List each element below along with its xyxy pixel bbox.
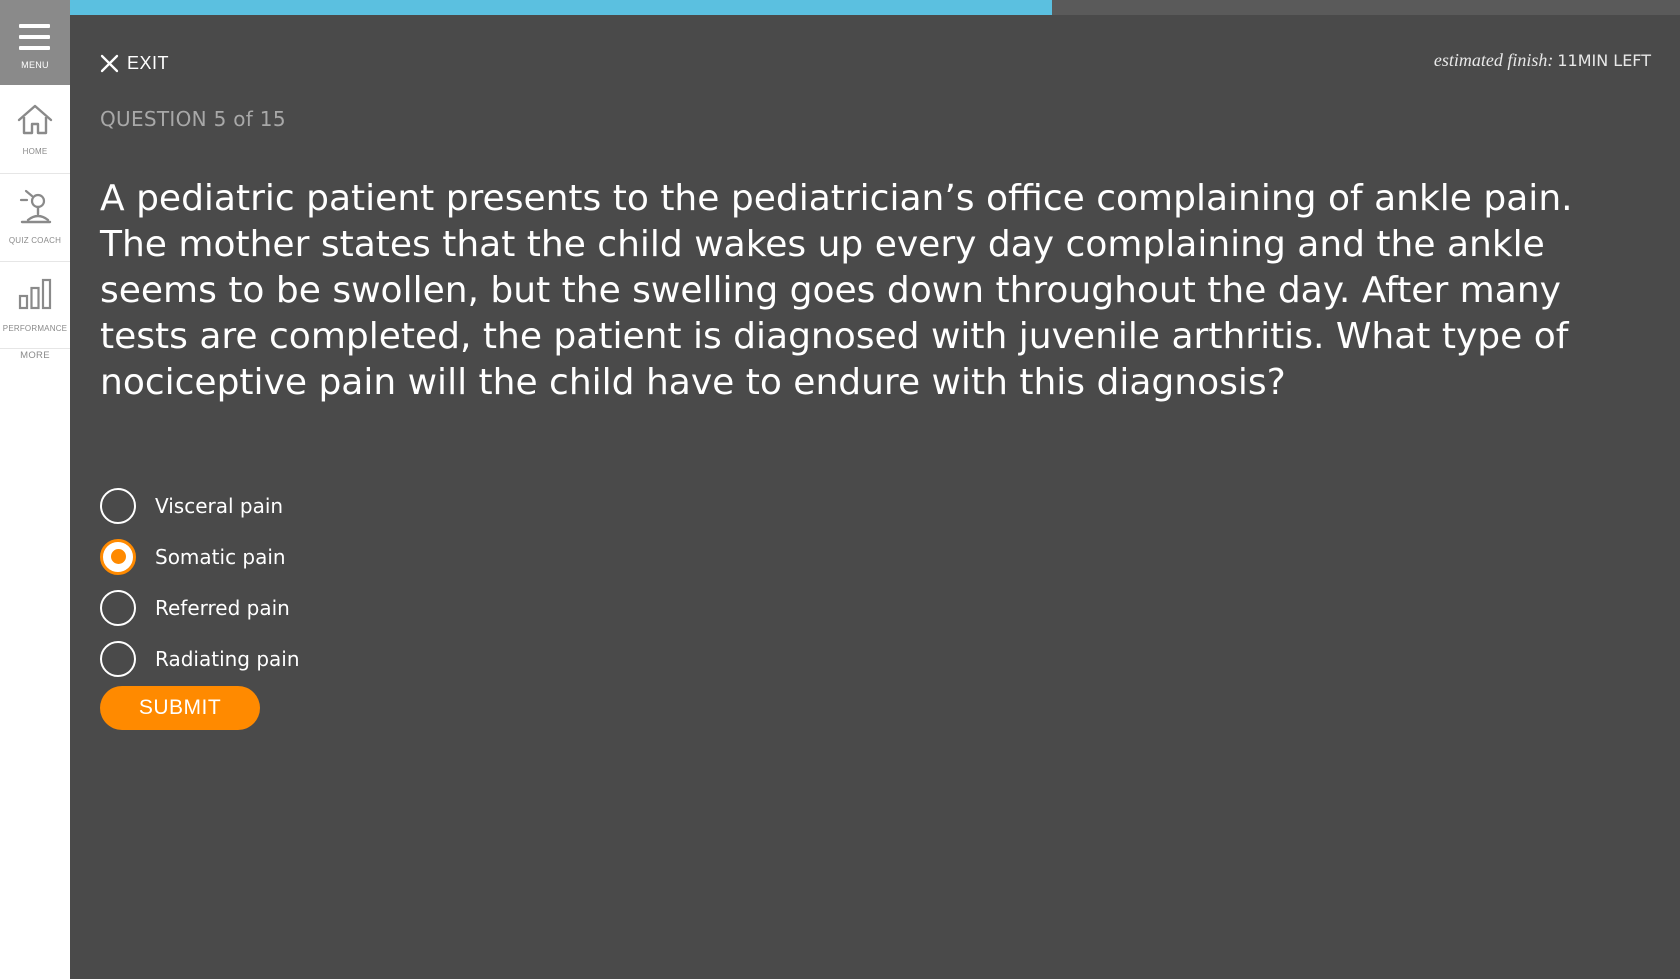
answer-option-visceral[interactable]: Visceral pain — [100, 480, 700, 531]
quiz-progress-bar — [70, 0, 1680, 15]
question-counter: QUESTION 5 of 15 — [100, 107, 286, 131]
sidebar: MENU HOME QUIZ COACH PERFORMANCE MORE — [0, 0, 70, 979]
answer-option-somatic[interactable]: Somatic pain — [100, 531, 700, 582]
estimated-finish-label: estimated finish: — [1433, 50, 1554, 70]
home-icon — [17, 104, 53, 135]
estimated-finish: estimated finish: 11MIN LEFT — [1434, 50, 1651, 71]
answer-label: Radiating pain — [155, 646, 300, 671]
menu-button[interactable]: MENU — [0, 0, 70, 85]
sidebar-item-label: HOME — [22, 147, 48, 156]
quiz-app: MENU HOME QUIZ COACH PERFORMANCE MORE EX… — [0, 0, 1680, 979]
sidebar-item-label: QUIZ COACH — [8, 236, 62, 245]
quiz-coach-icon — [19, 189, 52, 224]
submit-button[interactable]: SUBMIT — [100, 686, 260, 730]
exit-label: EXIT — [127, 52, 170, 73]
radio-button[interactable] — [100, 589, 136, 626]
question-text: A pediatric patient presents to the pedi… — [100, 178, 1573, 403]
answer-option-radiating[interactable]: Radiating pain — [100, 633, 700, 684]
hamburger-icon — [19, 24, 50, 50]
close-icon — [100, 54, 119, 72]
radio-button[interactable] — [100, 487, 136, 524]
menu-label: MENU — [21, 60, 49, 70]
performance-icon — [18, 278, 52, 310]
radio-button[interactable] — [100, 640, 136, 677]
sidebar-item-home[interactable]: HOME — [0, 85, 70, 174]
time-left: 11MIN LEFT — [1557, 51, 1651, 70]
exit-button[interactable]: EXIT — [100, 50, 169, 76]
answer-option-referred[interactable]: Referred pain — [100, 582, 700, 633]
answer-options: Visceral pain Somatic pain Referred pain… — [100, 480, 700, 684]
answer-label: Referred pain — [155, 595, 290, 620]
answer-label: Somatic pain — [155, 544, 286, 569]
sidebar-item-quiz-coach[interactable]: QUIZ COACH — [0, 174, 70, 262]
quiz-progress-fill — [70, 0, 1053, 15]
radio-button[interactable] — [100, 538, 136, 575]
sidebar-item-more[interactable]: MORE — [0, 350, 70, 361]
answer-label: Visceral pain — [155, 493, 284, 518]
sidebar-item-performance[interactable]: PERFORMANCE — [0, 262, 70, 349]
sidebar-item-label: PERFORMANCE — [2, 324, 68, 333]
